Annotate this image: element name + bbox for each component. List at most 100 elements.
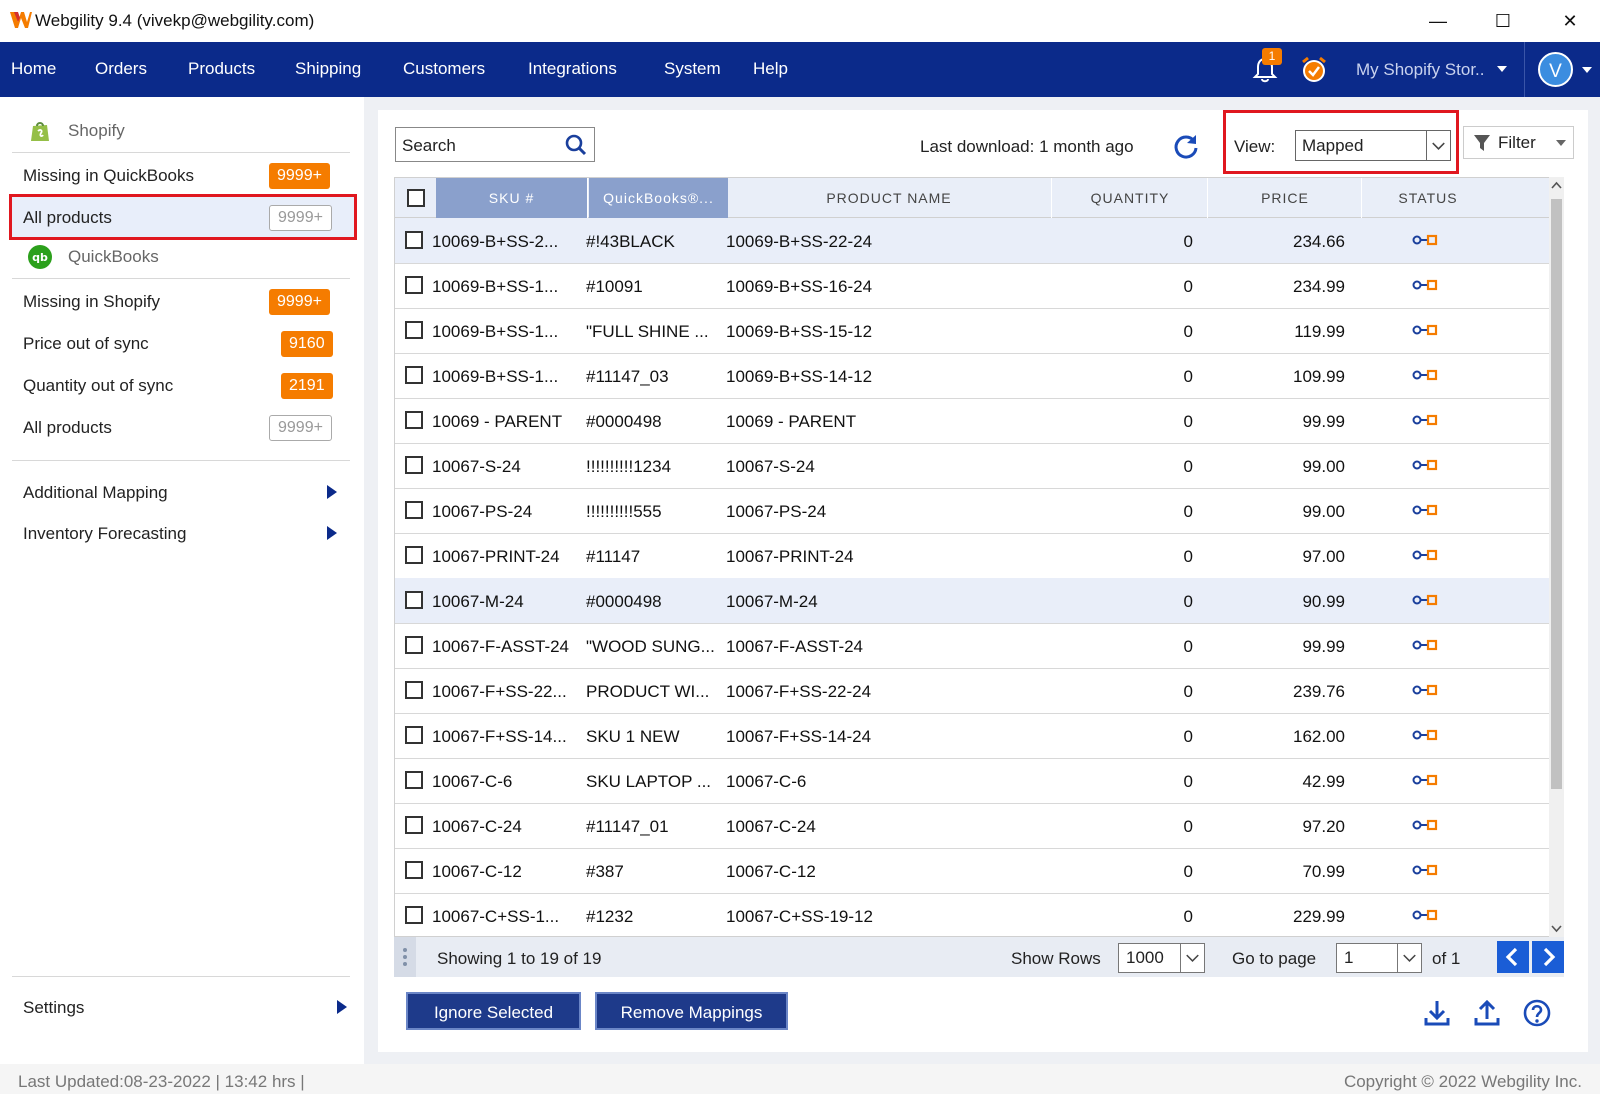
column-header-quantity[interactable]: QUANTITY bbox=[1053, 178, 1207, 218]
select-all-checkbox[interactable] bbox=[407, 189, 425, 207]
sidebar-item-quantity-out-of-sync[interactable]: Quantity out of sync 2191 bbox=[12, 365, 354, 405]
upload-icon[interactable] bbox=[1472, 998, 1502, 1028]
row-checkbox[interactable] bbox=[405, 231, 423, 249]
search-icon[interactable] bbox=[564, 133, 588, 157]
row-checkbox[interactable] bbox=[405, 366, 423, 384]
nav-system[interactable]: System bbox=[664, 59, 721, 79]
chevron-down-icon[interactable] bbox=[1426, 131, 1450, 160]
sidebar-item-shopify-all-products[interactable]: All products 9999+ bbox=[9, 194, 357, 240]
table-row[interactable]: 10067-C-6 SKU LAPTOP ... 10067-C-6 0 42.99 bbox=[395, 758, 1550, 804]
mapped-link-icon[interactable] bbox=[1412, 773, 1438, 787]
table-row[interactable]: 10067-F+SS-14... SKU 1 NEW 10067-F+SS-14-2… bbox=[395, 713, 1550, 759]
nav-orders[interactable]: Orders bbox=[95, 59, 147, 79]
mapped-link-icon[interactable] bbox=[1412, 413, 1438, 427]
table-row[interactable]: 10067-C+SS-1... #1232 10067-C+SS-19-12 0 229… bbox=[395, 893, 1550, 936]
table-row[interactable]: 10067-F-ASST-24 "WOOD SUNG... 10067-F-ASST… bbox=[395, 623, 1550, 669]
row-checkbox[interactable] bbox=[405, 546, 423, 564]
nav-products[interactable]: Products bbox=[188, 59, 255, 79]
table-row[interactable]: 10067-C-24 #11147_01 10067-C-24 0 97.20 bbox=[395, 803, 1550, 849]
mapped-link-icon[interactable] bbox=[1412, 593, 1438, 607]
row-checkbox[interactable] bbox=[405, 906, 423, 924]
row-checkbox[interactable] bbox=[405, 276, 423, 294]
download-icon[interactable] bbox=[1422, 998, 1452, 1028]
mapped-link-icon[interactable] bbox=[1412, 233, 1438, 247]
column-header-sku[interactable]: SKU # bbox=[436, 178, 587, 218]
scrollbar-thumb[interactable] bbox=[1551, 199, 1562, 789]
mapped-link-icon[interactable] bbox=[1412, 683, 1438, 697]
sidebar-item-settings[interactable]: Settings bbox=[12, 987, 354, 1027]
store-caret-icon[interactable] bbox=[1497, 66, 1507, 72]
table-row[interactable]: 10069-B+SS-2... #!43BLACK 10069-B+SS-22-24… bbox=[395, 218, 1550, 264]
mapped-link-icon[interactable] bbox=[1412, 638, 1438, 652]
mapped-link-icon[interactable] bbox=[1412, 548, 1438, 562]
table-row[interactable]: 10069-B+SS-1... "FULL SHINE ... 10069-B+SS… bbox=[395, 308, 1550, 354]
view-dropdown[interactable]: Mapped bbox=[1295, 130, 1451, 161]
column-header-quickbooks[interactable]: QuickBooks®... bbox=[589, 178, 728, 218]
table-row[interactable]: 10067-PRINT-24 #11147 10067-PRINT-24 0 97.00 bbox=[395, 533, 1550, 579]
row-checkbox[interactable] bbox=[405, 636, 423, 654]
nav-customers[interactable]: Customers bbox=[403, 59, 485, 79]
row-checkbox[interactable] bbox=[405, 816, 423, 834]
mapped-link-icon[interactable] bbox=[1412, 368, 1438, 382]
column-header-price[interactable]: PRICE bbox=[1209, 178, 1361, 218]
table-row[interactable]: 10067-M-24 #0000498 10067-M-24 0 90.99 bbox=[395, 578, 1550, 624]
mapped-link-icon[interactable] bbox=[1412, 503, 1438, 517]
table-row[interactable]: 10067-S-24 !!!!!!!!!!1234 10067-S-24 0 99.00 bbox=[395, 443, 1550, 489]
row-checkbox[interactable] bbox=[405, 681, 423, 699]
close-button[interactable]: ✕ bbox=[1547, 6, 1593, 36]
row-checkbox[interactable] bbox=[405, 321, 423, 339]
table-row[interactable]: 10069 - PARENT #0000498 10069 - PARENT 0 99.… bbox=[395, 398, 1550, 444]
nav-integrations[interactable]: Integrations bbox=[528, 59, 617, 79]
sidebar-item-price-out-of-sync[interactable]: Price out of sync 9160 bbox=[12, 323, 354, 363]
sidebar-item-missing-in-shopify[interactable]: Missing in Shopify 9999+ bbox=[12, 281, 354, 321]
table-row[interactable]: 10067-F+SS-22... PRODUCT WI... 10067-F+SS-… bbox=[395, 668, 1550, 714]
sidebar-item-missing-in-quickbooks[interactable]: Missing in QuickBooks 9999+ bbox=[12, 155, 354, 195]
alarm-clock-icon[interactable] bbox=[1300, 56, 1328, 84]
chevron-down-icon[interactable] bbox=[1397, 944, 1421, 972]
mapped-link-icon[interactable] bbox=[1412, 278, 1438, 292]
show-rows-dropdown[interactable]: 1000 bbox=[1118, 943, 1205, 973]
help-icon[interactable] bbox=[1522, 998, 1552, 1028]
search-field[interactable]: Search bbox=[395, 127, 595, 162]
user-avatar[interactable]: V bbox=[1538, 52, 1573, 87]
table-row[interactable]: 10067-PS-24 !!!!!!!!!!555 10067-PS-24 0 99.0… bbox=[395, 488, 1550, 534]
ignore-selected-button[interactable]: Ignore Selected bbox=[406, 992, 581, 1030]
vertical-scrollbar[interactable] bbox=[1549, 177, 1564, 937]
mapped-link-icon[interactable] bbox=[1412, 908, 1438, 922]
store-selector[interactable]: My Shopify Stor.. bbox=[1356, 60, 1485, 80]
remove-mappings-button[interactable]: Remove Mappings bbox=[595, 992, 788, 1030]
row-checkbox[interactable] bbox=[405, 861, 423, 879]
nav-shipping[interactable]: Shipping bbox=[295, 59, 361, 79]
table-row[interactable]: 10069-B+SS-1... #11147_03 10069-B+SS-14-12… bbox=[395, 353, 1550, 399]
minimize-button[interactable]: — bbox=[1415, 6, 1461, 36]
mapped-link-icon[interactable] bbox=[1412, 323, 1438, 337]
row-checkbox[interactable] bbox=[405, 456, 423, 474]
chevron-down-icon[interactable] bbox=[1180, 944, 1204, 972]
previous-page-button[interactable] bbox=[1497, 941, 1529, 973]
filter-button[interactable]: Filter bbox=[1463, 126, 1574, 159]
mapped-link-icon[interactable] bbox=[1412, 458, 1438, 472]
row-checkbox[interactable] bbox=[405, 771, 423, 789]
table-row[interactable]: 10067-C-12 #387 10067-C-12 0 70.99 bbox=[395, 848, 1550, 894]
scroll-down-icon[interactable] bbox=[1551, 921, 1562, 935]
nav-help[interactable]: Help bbox=[753, 59, 788, 79]
scroll-up-icon[interactable] bbox=[1551, 179, 1562, 193]
mapped-link-icon[interactable] bbox=[1412, 728, 1438, 742]
row-checkbox[interactable] bbox=[405, 411, 423, 429]
grip-handle[interactable] bbox=[394, 937, 416, 977]
avatar-caret-icon[interactable] bbox=[1582, 67, 1592, 73]
page-dropdown[interactable]: 1 bbox=[1336, 943, 1422, 973]
search-input[interactable]: Search bbox=[402, 136, 456, 156]
table-row[interactable]: 10069-B+SS-1... #10091 10069-B+SS-16-24 0 23… bbox=[395, 263, 1550, 309]
column-header-product-name[interactable]: PRODUCT NAME bbox=[729, 178, 1049, 218]
nav-home[interactable]: Home bbox=[11, 59, 56, 79]
refresh-icon[interactable] bbox=[1172, 132, 1200, 160]
row-checkbox[interactable] bbox=[405, 726, 423, 744]
column-header-status[interactable]: STATUS bbox=[1363, 178, 1493, 218]
row-checkbox[interactable] bbox=[405, 591, 423, 609]
sidebar-item-inventory-forecasting[interactable]: Inventory Forecasting bbox=[12, 513, 354, 553]
next-page-button[interactable] bbox=[1532, 941, 1564, 973]
mapped-link-icon[interactable] bbox=[1412, 818, 1438, 832]
maximize-button[interactable]: ☐ bbox=[1480, 6, 1526, 36]
mapped-link-icon[interactable] bbox=[1412, 863, 1438, 877]
